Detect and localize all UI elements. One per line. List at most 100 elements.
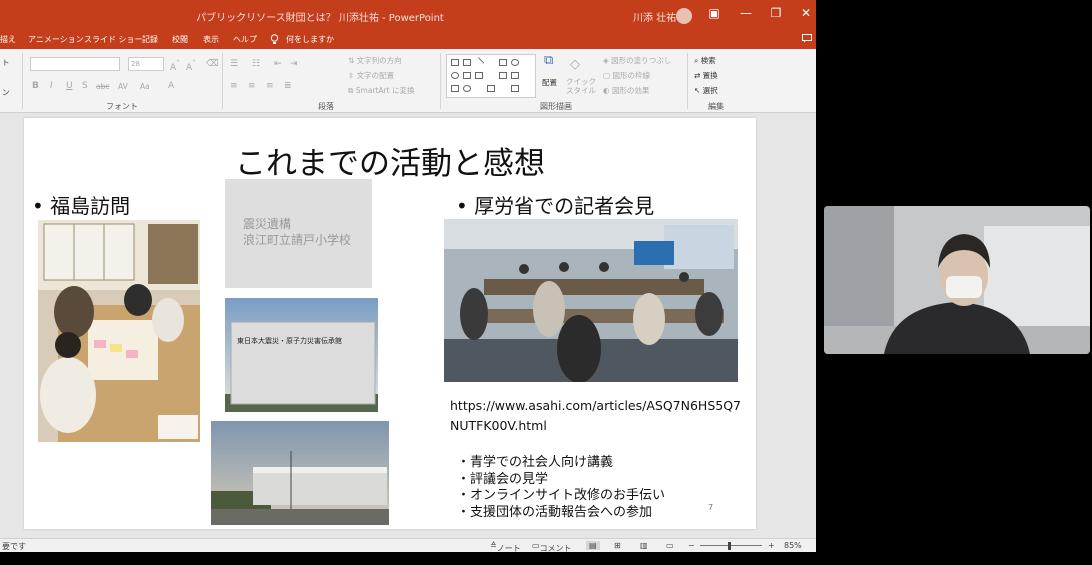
shape-outline-label: 図形の枠線 <box>612 71 650 80</box>
zoom-level[interactable]: 85% <box>784 541 802 550</box>
font-name-box[interactable] <box>30 57 120 71</box>
tab-slideshow[interactable]: スライド ショー <box>84 34 143 45</box>
notes-button[interactable]: ≙ ノート <box>490 541 521 552</box>
participant-video-tile[interactable] <box>824 206 1090 354</box>
font-color-button[interactable]: A <box>168 81 174 91</box>
zoom-slider[interactable] <box>700 545 762 546</box>
indent-icon[interactable]: ⇤ <box>274 59 282 69</box>
align-text-button[interactable]: ⇳ 文字の配置 <box>348 70 394 81</box>
rectangle-icon[interactable] <box>499 59 507 66</box>
user-name[interactable]: 川添 壮祐 <box>633 9 676 24</box>
zoom-slider-thumb[interactable] <box>728 542 731 550</box>
replace-button[interactable]: ⇄ 置換 <box>694 70 718 81</box>
shape-fill-button[interactable]: ◈ 図形の塗りつぶし <box>603 55 671 66</box>
oval-icon[interactable] <box>463 85 471 92</box>
powerpoint-window: パブリックリソース財団とは？ 川添壮祐 - PowerPoint 川添 壮祐 ▣… <box>0 0 816 552</box>
drawing-group-label: 図形描画 <box>540 102 572 111</box>
zoom-in-button[interactable]: + <box>768 541 775 550</box>
align-text-label: 文字の配置 <box>356 71 395 80</box>
bullet-fukushima[interactable]: • 福島訪問 <box>32 190 130 219</box>
close-button[interactable]: ✕ <box>798 6 814 20</box>
press-conference-photo[interactable] <box>444 219 738 382</box>
comment-icon[interactable] <box>802 34 812 45</box>
font-grow-icon[interactable]: A˄ <box>170 59 180 73</box>
activity-item[interactable]: ・青学での社会人向け講義 <box>457 455 665 472</box>
brace-icon[interactable] <box>487 85 495 92</box>
strikethrough-button[interactable]: abc <box>96 82 109 91</box>
slideshow-icon[interactable]: ▭ <box>666 541 674 550</box>
clear-format-icon[interactable]: ⌫ <box>206 59 219 69</box>
reading-view-icon[interactable]: ▥ <box>640 541 648 550</box>
find-button[interactable]: ⌕ 検索 <box>694 55 716 66</box>
slide-page-number: 7 <box>708 503 714 512</box>
text-direction-button[interactable]: ⇅ 文字列の方向 <box>348 55 402 66</box>
avatar[interactable] <box>676 8 692 24</box>
museum-building-photo[interactable] <box>211 421 389 525</box>
justify-icon[interactable]: ≣ <box>284 81 292 91</box>
zoom-out-button[interactable]: − <box>688 541 695 550</box>
window-title: パブリックリソース財団とは？ 川添壮祐 - PowerPoint <box>196 13 444 24</box>
editing-group-label: 編集 <box>708 102 724 111</box>
bold-button[interactable]: B <box>32 81 39 91</box>
sign1-line1: 震災遺構 <box>243 217 292 231</box>
activity-item[interactable]: ・評議会の見学 <box>457 472 665 489</box>
tab-help[interactable]: ヘルプ <box>233 34 257 45</box>
oval-icon[interactable] <box>451 72 459 79</box>
ribbon-stub-1: ト <box>2 58 10 67</box>
select-button[interactable]: ↖ 選択 <box>694 85 718 96</box>
arrow-icon[interactable] <box>499 72 507 79</box>
slide-title[interactable]: これまでの活動と感想 <box>24 138 756 183</box>
italic-button[interactable]: I <box>50 81 53 91</box>
underline-button[interactable]: U <box>66 81 73 91</box>
ukedo-school-sign-photo[interactable]: 震災遺構 浪江町立請戸小学校 <box>225 179 372 288</box>
shadow-button[interactable]: S <box>82 81 88 91</box>
normal-view-icon[interactable]: ▤ <box>586 541 600 550</box>
slide[interactable]: これまでの活動と感想 • 福島訪問 • 厚労省での記者会見 震災遺構 浪江町立請… <box>24 118 756 529</box>
outdent-icon[interactable]: ⇥ <box>290 59 298 69</box>
align-center-icon[interactable]: ≡ <box>248 81 256 91</box>
minimize-button[interactable]: — <box>738 6 754 20</box>
font-shrink-icon[interactable]: A˅ <box>186 59 196 73</box>
slide-sorter-icon[interactable]: ⊞ <box>614 541 621 550</box>
quick-styles-button[interactable]: クイック スタイル <box>566 77 598 95</box>
align-left-icon[interactable]: ≡ <box>230 81 238 91</box>
shape-outline-button[interactable]: ▢ 図形の枠線 <box>603 70 650 81</box>
arrange-button[interactable]: 配置 <box>542 77 557 88</box>
bullet-press-conference[interactable]: • 厚労省での記者会見 <box>456 190 654 219</box>
replace-label: 置換 <box>702 71 718 80</box>
spacing-button[interactable]: AV <box>118 82 128 91</box>
rectangle-icon[interactable] <box>451 59 459 66</box>
line-icon[interactable] <box>473 57 485 68</box>
numbering-icon[interactable]: ☷ <box>252 59 260 69</box>
activity-item[interactable]: ・支援団体の活動報告会への参加 <box>457 505 665 522</box>
shape-effects-button[interactable]: ◐ 図形の効果 <box>603 85 649 96</box>
font-group-label: フォント <box>106 102 138 111</box>
tell-me-search[interactable]: 何をしますか <box>286 34 334 45</box>
memorial-museum-sign-photo[interactable]: 東日本大震災・原子力災害伝承館 <box>225 298 378 412</box>
bullets-icon[interactable]: ☰ <box>230 59 238 69</box>
rectangle-icon[interactable] <box>463 59 471 66</box>
tab-review[interactable]: 校閲 <box>172 34 188 45</box>
tab-animations[interactable]: アニメーション <box>28 34 84 45</box>
tab-transitions[interactable]: 描え <box>0 34 16 45</box>
triangle-icon[interactable] <box>463 72 471 79</box>
ribbon-display-icon[interactable]: ▣ <box>706 6 722 20</box>
workshop-photo[interactable] <box>38 220 200 442</box>
sign2-text: 東日本大震災・原子力災害伝承館 <box>237 337 342 345</box>
tab-record[interactable]: 記録 <box>142 34 158 45</box>
smartart-button[interactable]: ⧉ SmartArt に変換 <box>348 85 414 96</box>
comments-button[interactable]: ▭ コメント <box>532 541 572 552</box>
shapes-gallery[interactable] <box>446 54 536 98</box>
tab-view[interactable]: 表示 <box>203 34 219 45</box>
star-icon[interactable] <box>511 85 519 92</box>
oval-icon[interactable] <box>511 59 519 66</box>
arrow-icon[interactable] <box>511 72 519 79</box>
activity-item[interactable]: ・オンラインサイト改修のお手伝い <box>457 488 665 505</box>
article-url[interactable]: https://www.asahi.com/articles/ASQ7N6HS5… <box>450 396 750 436</box>
font-size-box[interactable]: 28 <box>128 57 164 71</box>
rectangle-icon[interactable] <box>475 72 483 79</box>
change-case-button[interactable]: Aa <box>140 82 150 91</box>
restore-button[interactable]: ❐ <box>768 6 784 20</box>
align-right-icon[interactable]: ≡ <box>266 81 274 91</box>
rectangle-icon[interactable] <box>451 85 459 92</box>
